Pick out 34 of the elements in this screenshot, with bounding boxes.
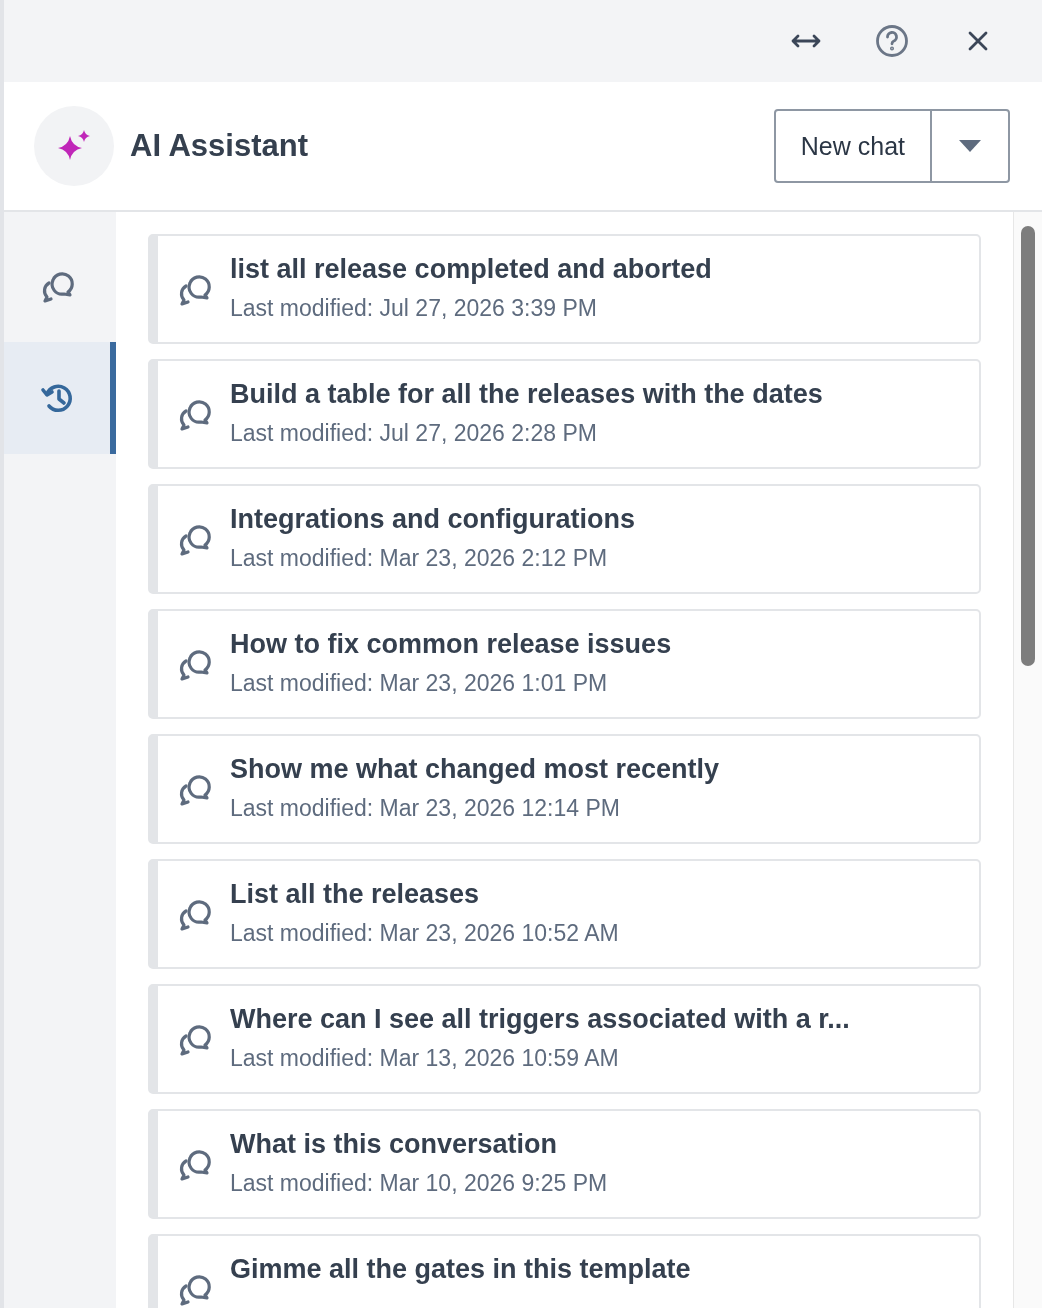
horizontal-arrows-icon [791, 33, 821, 49]
conversation-title: List all the releases [230, 879, 481, 910]
conversation-card[interactable]: List all the releases Last modified: Mar 23, 2026 10:52 AM [148, 859, 981, 969]
panel-title: AI Assistant [130, 128, 309, 164]
modified-date: Last modified: Mar 23, 2026 2:12 PM [230, 545, 609, 572]
scrollbar-thumb[interactable] [1021, 226, 1035, 666]
close-icon [968, 31, 988, 51]
conversation-card[interactable]: What is this conversation Last modified: Mar 10, 2026 9:25 PM [148, 1109, 981, 1219]
conversation-title: What is this conversation [230, 1129, 559, 1160]
modified-date: Last modified: Mar 23, 2026 1:01 PM [230, 670, 609, 697]
help-icon [875, 24, 909, 58]
history-icon [40, 382, 74, 414]
conversation-card[interactable]: Show me what changed most recently Last modified: Mar 23, 2026 12:14 PM [148, 734, 981, 844]
conversation-title: Integrations and configurations [230, 504, 635, 535]
conversation-title: Show me what changed most recently [230, 754, 720, 785]
caret-icon [959, 140, 981, 152]
modified-date: Last modified: Jul 27, 2026 2:28 PM [230, 420, 598, 447]
conversation-card[interactable]: How to fix common release issues Last modified: Mar 23, 2026 1:01 PM [148, 609, 981, 719]
modified-date: Last modified: Mar 23, 2026 12:14 PM [230, 795, 621, 822]
conversation-card[interactable]: Gimme all the gates in this template [148, 1234, 981, 1308]
conversation-title: How to fix common release issues [230, 629, 672, 660]
conversation-card[interactable]: Integrations and configurations Last modified: Mar 23, 2026 2:12 PM [148, 484, 981, 594]
conversation-card[interactable]: Build a table for all the releases with the dates Last modified: Jul 27, 2026 2:28 PM [148, 359, 981, 469]
modified-date: Last modified: Mar 13, 2026 10:59 AM [230, 1045, 620, 1072]
modified-date: Last modified: Mar 10, 2026 9:25 PM [230, 1170, 608, 1197]
conversation-title: Gimme all the gates in this template [230, 1254, 691, 1285]
modified-date: Last modified: Jul 27, 2026 3:39 PM [230, 295, 598, 322]
conversation-title: Where can I see all triggers associated with a r... [230, 1004, 850, 1035]
conversation-card[interactable]: Where can I see all triggers associated with a r... Last modified: Mar 13, 2026 10:59 AM [148, 984, 981, 1094]
modified-date: Last modified: Mar 23, 2026 10:52 AM [230, 920, 619, 947]
conversation-card[interactable]: list all release completed and aborted Last modified: Jul 27, 2026 3:39 PM [148, 234, 981, 344]
conversation-title: Build a table for all the releases with the dates [230, 379, 823, 410]
conversation-title: list all release completed and aborted [230, 254, 712, 285]
history-tab[interactable] [4, 342, 116, 454]
